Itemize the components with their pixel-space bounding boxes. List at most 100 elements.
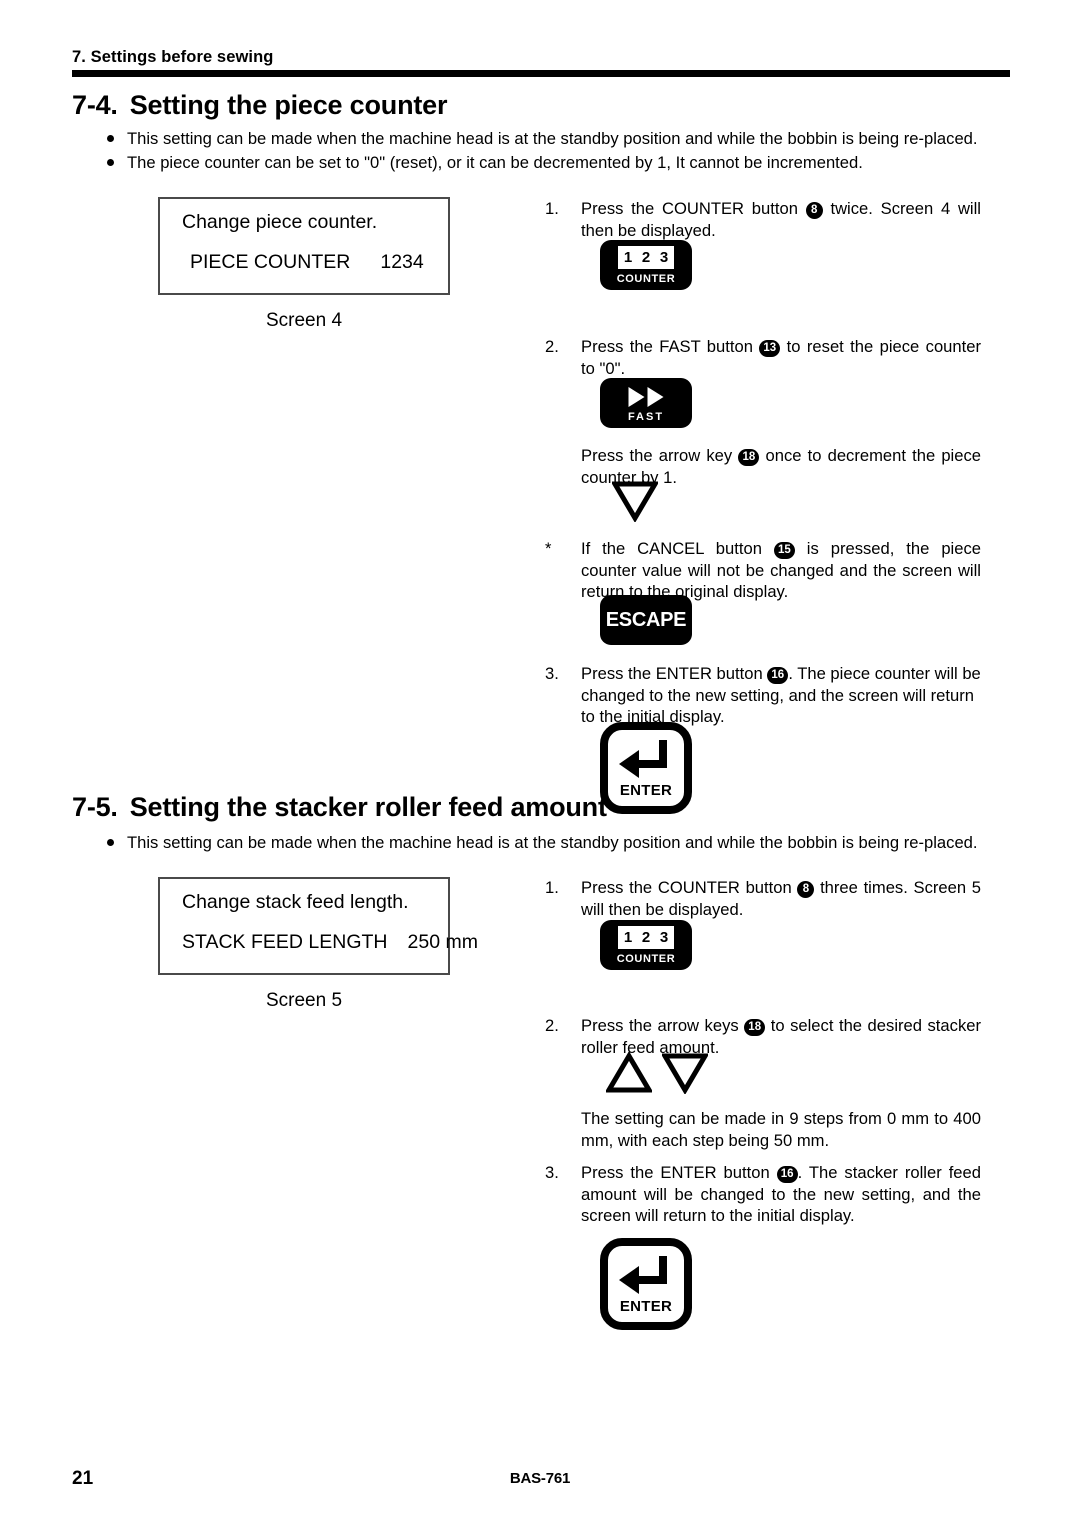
note-7-4-cancel: * If the CANCEL button 15 is pressed, th… xyxy=(545,538,981,603)
triangle-down-icon xyxy=(610,481,660,523)
bullet-text: This setting can be made when the machin… xyxy=(127,129,978,148)
callout-number: 18 xyxy=(744,1019,766,1036)
triangle-right-icon xyxy=(647,387,664,407)
note-text: If the CANCEL button 15 is pressed, the … xyxy=(581,538,981,603)
counter-button-icon[interactable]: 1 2 3 COUNTER xyxy=(600,240,692,290)
callout-number: 15 xyxy=(773,542,795,559)
triangle-right-icon xyxy=(628,387,645,407)
counter-digits: 1 2 3 xyxy=(618,926,674,949)
counter-button-caption: COUNTER xyxy=(616,273,676,285)
callout-number: 13 xyxy=(759,340,781,357)
screen-5-line-2: STACK FEED LENGTH 250 mm xyxy=(182,931,478,954)
screen-5-label: STACK FEED LENGTH xyxy=(182,931,388,953)
screen-5-caption: Screen 5 xyxy=(265,990,343,1011)
step-label: 3. xyxy=(545,1163,559,1182)
counter-digit-2: 2 xyxy=(638,248,654,267)
screen-4-line-1: Change piece counter. xyxy=(182,211,378,233)
section-7-5-bullets: This setting can be made when the machin… xyxy=(104,832,984,856)
bullet-dot-icon xyxy=(107,135,114,142)
bullet-dot-icon xyxy=(107,839,114,846)
step-label: 3. xyxy=(545,664,559,683)
enter-button-caption: ENTER xyxy=(619,1298,673,1315)
screen-4-value: 1234 xyxy=(380,251,424,273)
section-number-7-5: 7-5. xyxy=(72,792,118,822)
escape-button-icon[interactable]: ESCAPE xyxy=(600,595,692,645)
running-header-text: 7. Settings before sewing xyxy=(72,48,274,66)
step-7-4-1: 1. Press the COUNTER button 8 twice. Scr… xyxy=(545,198,981,241)
note-text-before: Press the arrow key xyxy=(581,446,739,465)
step-text: Press the COUNTER button 8 three times. … xyxy=(581,877,981,920)
bullet-item: The piece counter can be set to "0" (res… xyxy=(104,152,984,174)
step-label: 2. xyxy=(545,1016,559,1035)
step-text-before: Press the FAST button xyxy=(581,337,760,356)
counter-digit-3: 3 xyxy=(656,248,672,267)
triangle-down-icon xyxy=(660,1053,710,1095)
screen-4-caption: Screen 4 xyxy=(265,310,343,331)
callout-number: 16 xyxy=(776,1166,798,1183)
down-arrow-key-icon[interactable] xyxy=(610,480,660,527)
step-label: 1. xyxy=(545,199,559,218)
callout-number: 8 xyxy=(797,881,815,898)
step-text-before: Press the ENTER button xyxy=(581,664,768,683)
counter-digit-3: 3 xyxy=(656,928,672,947)
escape-button-caption: ESCAPE xyxy=(605,609,687,631)
bullet-dot-icon xyxy=(107,158,114,166)
callout-number: 8 xyxy=(805,202,823,219)
fast-button-icon[interactable]: FAST xyxy=(600,378,692,428)
step-text: Press the COUNTER button 8 twice. Screen… xyxy=(581,198,981,241)
step-text-before: Press the arrow keys xyxy=(581,1016,745,1035)
fast-button-caption: FAST xyxy=(627,411,665,423)
enter-button-caption: ENTER xyxy=(619,782,673,799)
note-label: * xyxy=(545,539,552,558)
step-label: 1. xyxy=(545,878,559,897)
screen-5-value: 250 mm xyxy=(407,931,478,953)
bullet-item: This setting can be made when the machin… xyxy=(104,832,984,854)
screen-4-label: PIECE COUNTER xyxy=(190,251,351,273)
step-7-5-1: 1. Press the COUNTER button 8 three time… xyxy=(545,877,981,920)
section-7-4-bullets: This setting can be made when the machin… xyxy=(104,128,984,175)
note-7-5-range: The setting can be made in 9 steps from … xyxy=(581,1109,981,1150)
screen-5-display: Change stack feed length. STACK FEED LEN… xyxy=(158,877,478,975)
counter-button-caption: COUNTER xyxy=(616,953,676,965)
screen-4-line-2: PIECE COUNTER 1234 xyxy=(190,251,424,274)
note-7-4-arrow: Press the arrow key 18 once to decrement… xyxy=(545,445,981,488)
step-7-4-2: 2. Press the FAST button 13 to reset the… xyxy=(545,336,981,379)
section-title-7-5: Setting the stacker roller feed amount xyxy=(129,792,607,822)
step-text: Press the FAST button 13 to reset the pi… xyxy=(581,336,981,379)
screen-5-line-1: Change stack feed length. xyxy=(182,891,409,913)
up-arrow-key-icon[interactable] xyxy=(604,1051,654,1099)
screen-4-display: Change piece counter. PIECE COUNTER 1234 xyxy=(158,197,450,295)
note-text-before: If the CANCEL button xyxy=(581,539,774,558)
triangle-up-icon xyxy=(604,1051,654,1093)
step-label: 2. xyxy=(545,337,559,356)
manual-page: 7. Settings before sewing 7-4. Setting th… xyxy=(0,0,1080,1528)
running-header: 7. Settings before sewing xyxy=(72,48,1010,78)
counter-digit-2: 2 xyxy=(638,928,654,947)
counter-digit-1: 1 xyxy=(620,248,636,267)
callout-number: 18 xyxy=(738,449,760,466)
counter-digits: 1 2 3 xyxy=(618,246,674,269)
down-arrow-key-icon[interactable] xyxy=(660,1052,710,1099)
fast-forward-arrows-icon xyxy=(628,387,664,407)
return-arrow-icon xyxy=(619,1256,667,1294)
document-model-number: BAS-761 xyxy=(509,1470,571,1487)
return-arrow-icon xyxy=(619,740,667,778)
enter-button-icon[interactable]: ENTER xyxy=(600,722,692,814)
step-text-before: Press the ENTER button xyxy=(581,1163,777,1182)
step-text: Press the ENTER button 16. The piece cou… xyxy=(581,663,981,728)
section-title-7-4: Setting the piece counter xyxy=(129,90,448,120)
counter-button-icon[interactable]: 1 2 3 COUNTER xyxy=(600,920,692,970)
callout-number: 16 xyxy=(767,667,789,684)
counter-digit-1: 1 xyxy=(620,928,636,947)
section-heading-7-5: 7-5. Setting the stacker roller feed amou… xyxy=(72,792,607,823)
step-text-before: Press the COUNTER button xyxy=(581,878,798,897)
bullet-item: This setting can be made when the machin… xyxy=(104,128,984,150)
step-text-before: Press the COUNTER button xyxy=(581,199,806,218)
enter-button-icon[interactable]: ENTER xyxy=(600,1238,692,1330)
step-7-5-3: 3. Press the ENTER button 16. The stacke… xyxy=(545,1162,981,1227)
step-7-4-3: 3. Press the ENTER button 16. The piece … xyxy=(545,663,981,728)
header-rule xyxy=(72,70,1010,78)
section-number-7-4: 7-4. xyxy=(72,90,118,120)
step-text: Press the ENTER button 16. The stacker r… xyxy=(581,1162,981,1227)
bullet-text: This setting can be made when the machin… xyxy=(127,833,978,852)
